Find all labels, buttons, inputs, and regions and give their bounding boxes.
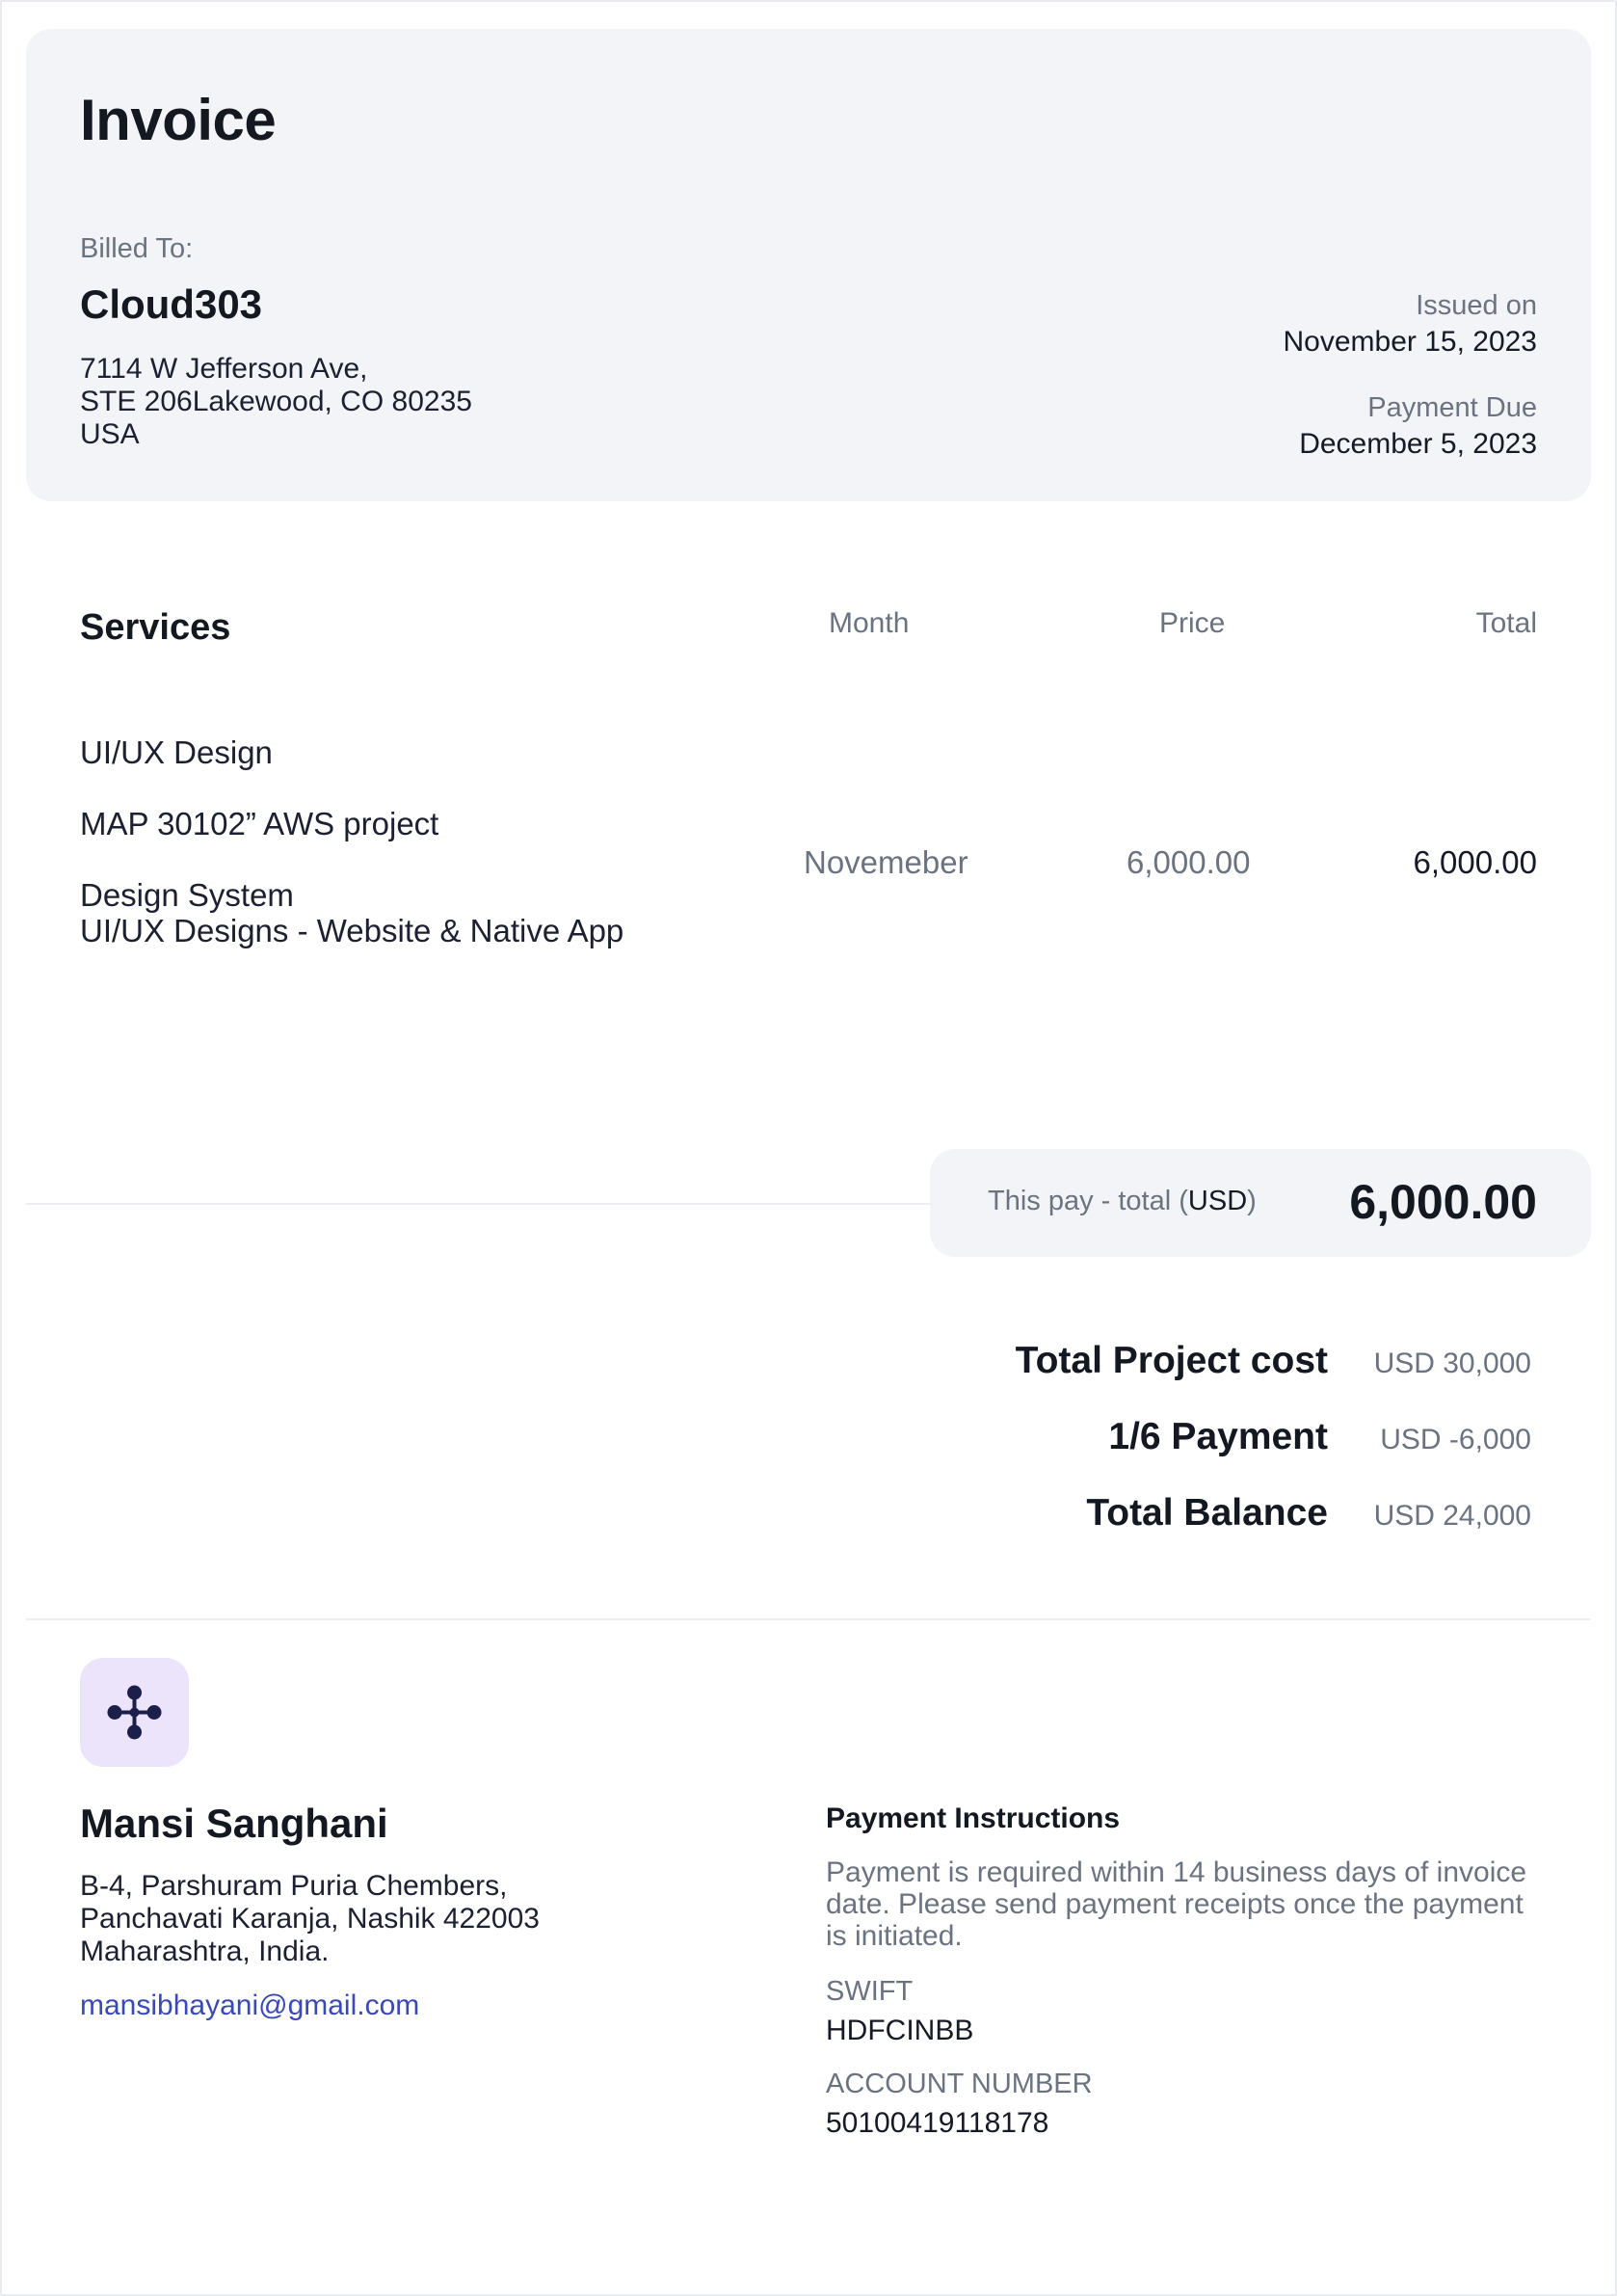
sender-address: B-4, Parshuram Puria Chembers, Panchavat… (80, 1870, 540, 1968)
sender-address-line: Panchavati Karanja, Nashik 422003 (80, 1903, 540, 1935)
issued-label: Issued on (1416, 290, 1537, 321)
client-address-line: 7114 W Jefferson Ave, (80, 353, 368, 385)
column-header-total: Total (1475, 607, 1537, 639)
due-date: December 5, 2023 (1299, 428, 1537, 460)
service-item: UI/UX Design (80, 734, 273, 770)
column-header-price: Price (1159, 607, 1226, 639)
pay-total-amount: 6,000.00 (1349, 1175, 1537, 1229)
payment-instructions-text: Payment is required within 14 business d… (826, 1856, 1527, 1952)
swift-value: HDFCINBB (826, 2015, 974, 2046)
summary-label: 1/6 Payment (1108, 1416, 1328, 1457)
client-address-line: USA (80, 418, 140, 450)
account-number-label: ACCOUNT NUMBER (826, 2069, 1093, 2099)
swift-label: SWIFT (826, 1976, 914, 2007)
service-item: UI/UX Designs - Website & Native App (80, 913, 624, 948)
column-header-month: Month (829, 607, 910, 639)
client-address: 7114 W Jefferson Ave, STE 206Lakewood, C… (80, 353, 472, 451)
summary-label: Total Balance (1086, 1492, 1328, 1534)
sender-address-line: B-4, Parshuram Puria Chembers, (80, 1870, 508, 1902)
client-address-line: STE 206Lakewood, CO 80235 (80, 386, 472, 417)
pay-total-label: This pay - total (USD) (988, 1186, 1257, 1216)
page-title: Invoice (80, 88, 277, 152)
issued-date: November 15, 2023 (1283, 326, 1538, 358)
pay-total-box: This pay - total (USD) 6,000.00 (930, 1149, 1591, 1257)
service-total: 6,000.00 (1413, 844, 1537, 880)
sender-address-line: Maharashtra, India. (80, 1936, 330, 1967)
billed-to-label: Billed To: (80, 233, 194, 264)
sender-name: Mansi Sanghani (80, 1801, 388, 1846)
divider (26, 1618, 1591, 1620)
payment-instructions-title: Payment Instructions (826, 1802, 1121, 1834)
pay-total-currency: USD (1187, 1186, 1248, 1216)
divider (26, 1203, 932, 1205)
summary-value: USD 24,000 (1373, 1500, 1531, 1532)
sender-email-link[interactable]: mansibhayani@gmail.com (80, 1989, 419, 2022)
summary-value: USD 30,000 (1373, 1348, 1531, 1379)
summary-value: USD -6,000 (1380, 1424, 1531, 1455)
service-items: UI/UX Design MAP 30102” AWS project Desi… (80, 734, 623, 948)
invoice-dates: Issued on November 15, 2023 Payment Due … (1284, 287, 1538, 463)
service-item: Design System (80, 877, 294, 913)
service-price: 6,000.00 (1127, 844, 1251, 880)
company-logo (80, 1658, 189, 1767)
four-dot-network-icon (107, 1685, 162, 1740)
summary-label: Total Project cost (1015, 1340, 1328, 1381)
invoice-header-card: Invoice Billed To: Cloud303 7114 W Jeffe… (26, 29, 1591, 501)
service-item: MAP 30102” AWS project (80, 806, 439, 841)
service-month: Novemeber (804, 844, 968, 880)
account-number-value: 50100419118178 (826, 2107, 1049, 2139)
services-heading: Services (80, 607, 231, 648)
client-name: Cloud303 (80, 281, 263, 327)
due-label: Payment Due (1367, 392, 1537, 423)
